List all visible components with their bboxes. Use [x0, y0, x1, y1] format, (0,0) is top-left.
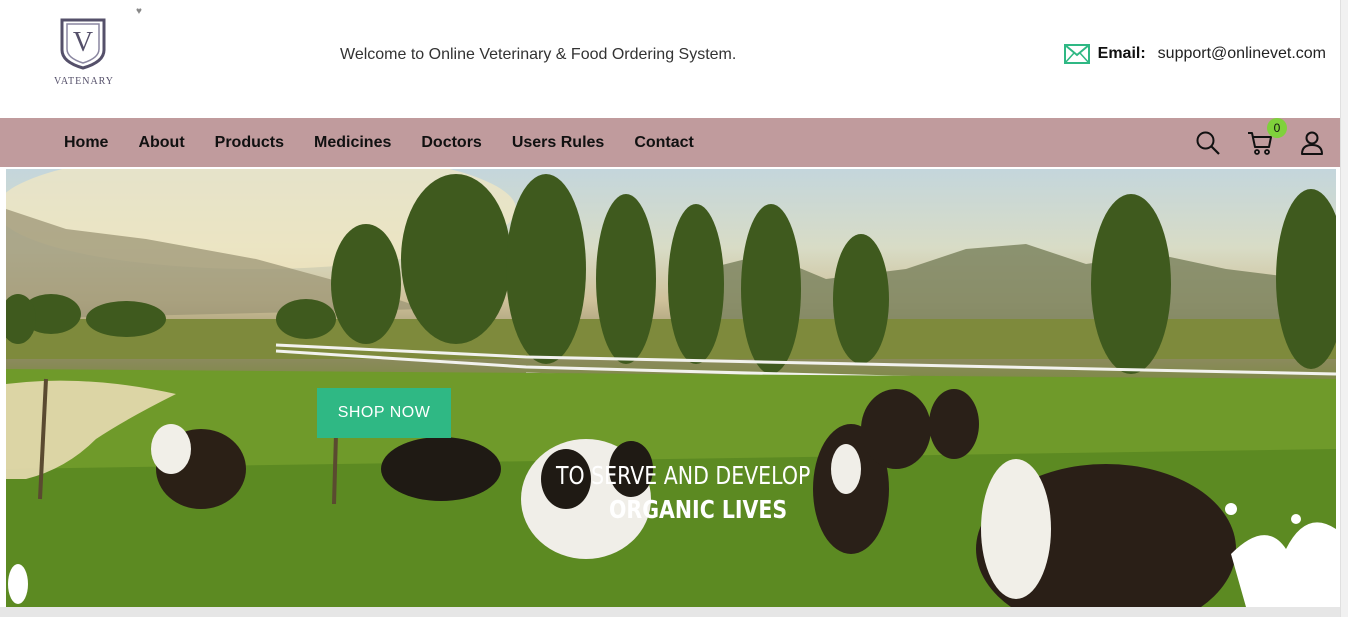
site-header: V VATENARY ♥ Welcome to Online Veterinar…: [0, 0, 1340, 118]
logo-letter: V: [73, 27, 93, 58]
logo-text: VATENARY: [53, 76, 115, 87]
hero-farm-illustration: [6, 169, 1336, 607]
account-button[interactable]: [1299, 130, 1325, 156]
contact-email: Email: support@onlinevet.com: [1063, 44, 1326, 64]
heart-icon: ♥: [136, 6, 142, 17]
shop-now-button[interactable]: SHOP NOW: [317, 388, 451, 438]
nav-item-home[interactable]: Home: [64, 134, 108, 152]
email-label: Email:: [1097, 45, 1146, 62]
cart-button[interactable]: 0: [1247, 117, 1287, 156]
user-icon: [1301, 131, 1323, 155]
page-bottom-edge: [0, 607, 1340, 617]
nav-item-users-rules[interactable]: Users Rules: [512, 134, 605, 152]
nav-item-about[interactable]: About: [138, 134, 184, 152]
nav-item-products[interactable]: Products: [215, 134, 284, 152]
cart-count-badge: 0: [1267, 117, 1287, 138]
main-navigation: Home About Products Medicines Doctors Us…: [0, 117, 1343, 167]
hero-headline: TO SERVE AND DEVELOP: [556, 461, 811, 490]
search-button[interactable]: [1195, 130, 1221, 156]
welcome-message: Welcome to Online Veterinary & Food Orde…: [340, 46, 737, 63]
site-logo[interactable]: V VATENARY: [52, 16, 116, 92]
nav-item-doctors[interactable]: Doctors: [421, 134, 481, 152]
hero-banner: SHOP NOW TO SERVE AND DEVELOP ORGANIC LI…: [6, 169, 1336, 607]
nav-item-medicines[interactable]: Medicines: [314, 134, 391, 152]
nav-actions: 0: [1195, 117, 1325, 167]
logo-shield-icon: V: [60, 18, 106, 70]
email-link[interactable]: support@onlinevet.com: [1158, 45, 1326, 63]
hero-subheadline: ORGANIC LIVES: [609, 495, 788, 524]
nav-item-contact[interactable]: Contact: [634, 134, 694, 152]
nav-menu: Home About Products Medicines Doctors Us…: [64, 118, 694, 167]
search-icon: [1196, 131, 1220, 155]
envelope-icon: [1063, 44, 1090, 64]
page-scrollbar[interactable]: [1340, 0, 1348, 617]
